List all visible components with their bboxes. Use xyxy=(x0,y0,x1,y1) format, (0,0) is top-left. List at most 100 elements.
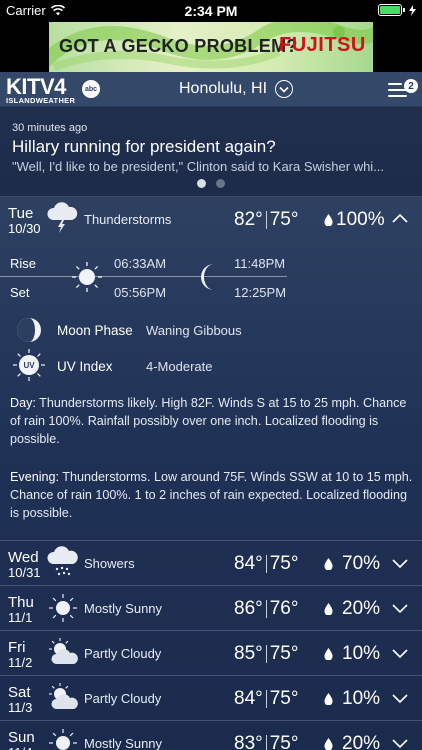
news-timestamp: 30 minutes ago xyxy=(12,122,88,134)
temperature-range: 82° 75° xyxy=(234,209,298,231)
raindrop-icon xyxy=(324,738,333,750)
chevron-down-icon[interactable] xyxy=(392,604,408,614)
set-label: Set xyxy=(10,285,30,300)
low-temp: 76° xyxy=(269,598,299,619)
page-dot-active[interactable] xyxy=(197,179,206,188)
news-summary: "Well, I'd like to be president," Clinto… xyxy=(12,159,385,174)
rise-label: Rise xyxy=(10,256,37,271)
low-temp: 75° xyxy=(269,209,299,230)
precipitation-chance: 10% xyxy=(324,688,380,710)
kitv-logo[interactable]: KITV4 ISLANDWEATHER abc xyxy=(6,74,102,106)
status-bar: Carrier 2:34 PM xyxy=(0,0,422,22)
evening-forecast-text: Evening: Thunderstorms. Low around 75F. … xyxy=(10,470,413,520)
sun-icon xyxy=(72,262,102,292)
page-indicator[interactable] xyxy=(0,179,422,188)
day-name: Tue 10/30 xyxy=(8,205,41,237)
day-date: 10/30 xyxy=(8,221,41,237)
evening-forecast-label: Evening: xyxy=(10,470,60,484)
day-date: 11/1 xyxy=(8,610,33,626)
partly-cloudy-icon xyxy=(49,683,78,709)
raindrop-icon xyxy=(324,693,333,705)
uv-icon-text: UV xyxy=(23,361,35,370)
condition-label: Thunderstorms xyxy=(84,212,172,227)
day-name: Sat 11/3 xyxy=(8,684,33,716)
ad-headline: GOT A GECKO PROBLEM? xyxy=(59,36,298,56)
moonset-time: 12:25PM xyxy=(234,285,287,300)
sunrise-time: 06:33AM xyxy=(114,256,167,271)
nav-bar: KITV4 ISLANDWEATHER abc Honolulu, HI 2 xyxy=(0,72,422,107)
location-label: Honolulu, HI xyxy=(179,80,268,97)
raindrop-icon xyxy=(324,603,333,615)
moon-phase-label: Moon Phase xyxy=(57,323,133,338)
forecast-row-thu[interactable]: Thu 11/1 Mostly Sunny 86° 76° 20% xyxy=(0,586,422,631)
sunny-icon xyxy=(49,729,77,750)
news-headline: Hillary running for president again? xyxy=(12,137,276,156)
day-forecast-label: Day: xyxy=(10,396,36,410)
temperature-range: 85° 75° xyxy=(234,643,298,665)
sunny-icon xyxy=(49,594,77,622)
ad-banner[interactable]: GOT A GECKO PROBLEM? FUJITSU xyxy=(49,22,373,72)
news-card[interactable]: 30 minutes ago Hillary running for presi… xyxy=(0,107,422,197)
uv-index-row: UV UV Index 4-Moderate xyxy=(0,349,422,382)
horizon-line xyxy=(0,276,287,277)
moon-phase-value: Waning Gibbous xyxy=(146,323,242,338)
chevron-down-icon[interactable] xyxy=(392,739,408,749)
location-selector[interactable]: Honolulu, HI xyxy=(179,80,294,98)
partly-cloudy-icon xyxy=(49,638,78,664)
chevron-down-icon[interactable] xyxy=(392,559,408,569)
high-temp: 86° xyxy=(234,598,263,619)
forecast-row-sat[interactable]: Sat 11/3 Partly Cloudy 84° 75° 10% xyxy=(0,676,422,721)
menu-button[interactable]: 2 xyxy=(388,77,418,101)
moon-icon xyxy=(201,264,214,290)
condition-label: Partly Cloudy xyxy=(84,646,162,661)
notification-badge: 2 xyxy=(404,79,418,93)
today-summary-row[interactable]: Tue 10/30 Thunderstorms 82° 75° 100% xyxy=(0,197,422,242)
charging-icon xyxy=(409,4,416,16)
high-temp: 84° xyxy=(234,688,263,709)
day-name: Fri 11/2 xyxy=(8,639,33,671)
chevron-down-icon[interactable] xyxy=(392,694,408,704)
day-date: 11/4 xyxy=(8,745,35,750)
precipitation-chance: 10% xyxy=(324,643,380,665)
page-dot[interactable] xyxy=(216,179,225,188)
ad-area: GOT A GECKO PROBLEM? FUJITSU xyxy=(0,22,422,72)
day-name: Thu 11/1 xyxy=(8,594,34,626)
ad-brand: FUJITSU xyxy=(279,34,366,56)
temperature-range: 84° 75° xyxy=(234,553,298,575)
moon-phase-icon xyxy=(17,318,41,342)
moonrise-time: 11:48PM xyxy=(234,256,286,271)
status-right xyxy=(378,4,416,16)
uv-index-label: UV Index xyxy=(57,359,113,374)
precipitation-chance: 20% xyxy=(324,733,380,750)
chevron-down-icon[interactable] xyxy=(392,649,408,659)
raindrop-icon xyxy=(324,558,333,570)
low-temp: 75° xyxy=(269,688,299,709)
low-temp: 75° xyxy=(269,643,299,664)
chevron-up-icon[interactable] xyxy=(392,213,408,223)
chevron-down-icon xyxy=(275,80,294,98)
logo-sub: ISLANDWEATHER xyxy=(6,96,76,105)
day-name: Wed 10/31 xyxy=(8,549,41,581)
battery-icon xyxy=(378,4,405,16)
abc-logo-badge: abc xyxy=(82,80,100,98)
condition-label: Mostly Sunny xyxy=(84,736,163,750)
high-temp: 84° xyxy=(234,553,263,574)
raindrop-icon xyxy=(324,214,333,226)
forecast-row-fri[interactable]: Fri 11/2 Partly Cloudy 85° 75° 10% xyxy=(0,631,422,676)
low-temp: 75° xyxy=(269,553,299,574)
forecast-row-sun[interactable]: Sun 11/4 Mostly Sunny 83° 75° 20% xyxy=(0,721,422,750)
menu-icon xyxy=(388,83,402,85)
sun-moon-times: Rise Set 06:33AM 05:56PM 11:48PM 12:25PM xyxy=(0,250,422,308)
high-temp: 82° xyxy=(234,209,263,230)
status-time: 2:34 PM xyxy=(184,3,238,19)
condition-label: Showers xyxy=(84,556,135,571)
day-name: Sun 11/4 xyxy=(8,729,35,750)
today-forecast-expanded: Tue 10/30 Thunderstorms 82° 75° 100% Ris… xyxy=(0,197,422,541)
low-temp: 75° xyxy=(269,733,299,750)
precipitation-chance: 70% xyxy=(324,553,380,575)
high-temp: 85° xyxy=(234,643,263,664)
forecast-row-wed[interactable]: Wed 10/31 Showers 84° 75° 70% xyxy=(0,541,422,586)
uv-index-value: 4-Moderate xyxy=(146,359,213,374)
sunset-time: 05:56PM xyxy=(114,285,167,300)
condition-label: Mostly Sunny xyxy=(84,601,163,616)
